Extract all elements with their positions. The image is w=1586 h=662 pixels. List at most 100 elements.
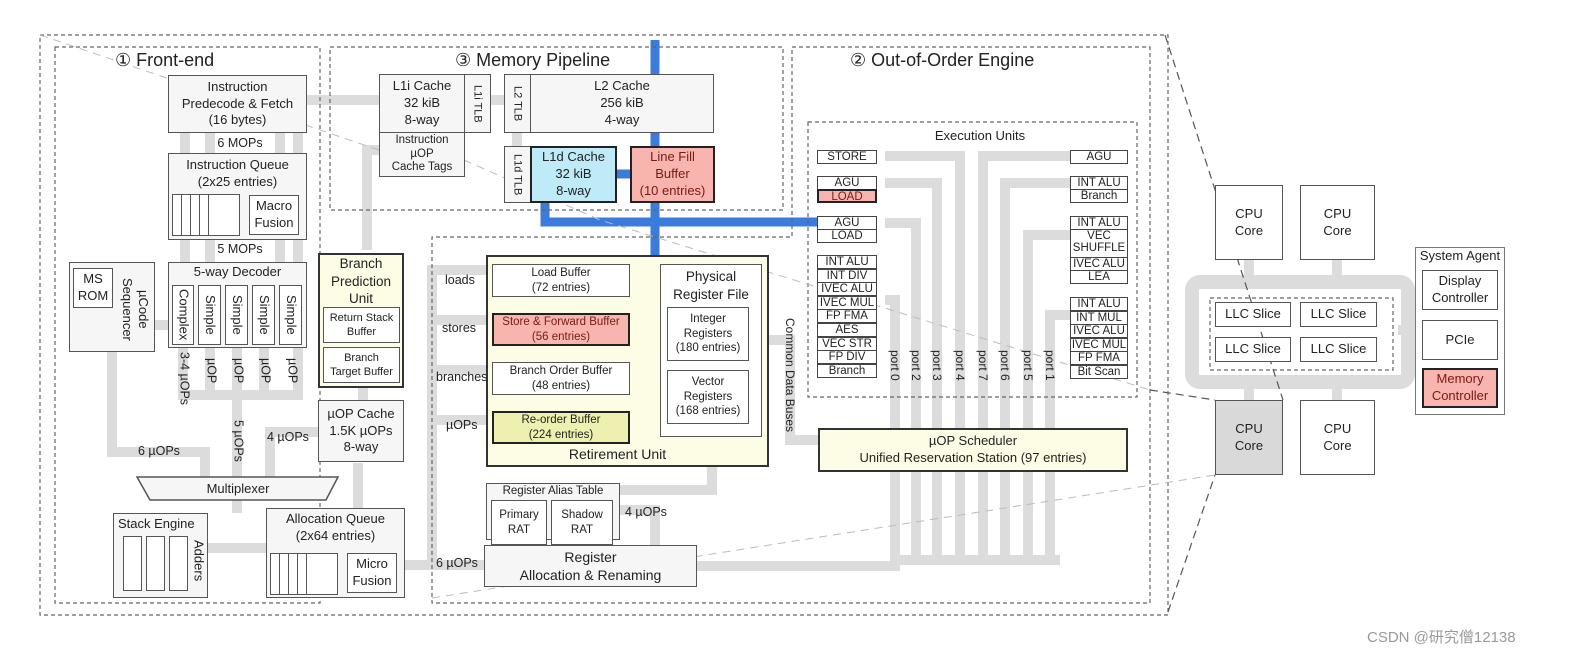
uops-3-4-label: 3-4 µOPs — [177, 352, 192, 406]
memory-controller: Memory Controller — [1422, 368, 1498, 408]
unit-ivec-mul: IVEC MUL — [1070, 337, 1128, 352]
mops-5-label: 5 MOPs — [217, 242, 263, 256]
llc-slice: LLC Slice — [1300, 337, 1377, 362]
cpu-core-selected: CPU Core — [1215, 400, 1283, 475]
unit-fp-div: FP DIV — [817, 350, 877, 365]
port-label: port 6 — [998, 350, 1012, 381]
unit-agu: AGU — [1070, 150, 1128, 164]
uops-6-label: 6 µOPs — [138, 444, 180, 458]
ms-rom: MS ROM — [73, 268, 113, 308]
port-label: port 1 — [1043, 350, 1057, 381]
cpu-core: CPU Core — [1215, 185, 1283, 260]
uop-scheduler: µOP Scheduler Unified Reservation Statio… — [818, 428, 1128, 472]
port-label: port 5 — [1021, 350, 1035, 381]
register-allocation-renaming: Register Allocation & Renaming — [484, 545, 697, 587]
adders-label: Adders — [191, 540, 207, 582]
system-agent-label: System Agent — [1419, 248, 1501, 263]
unit-ivec-mul: IVEC MUL — [817, 295, 877, 310]
register-alias-table: Register Alias Table Primary RAT Shadow … — [486, 483, 620, 545]
unit-load-highlighted: LOAD — [817, 189, 877, 203]
unit-int-alu: INT ALU — [817, 255, 877, 269]
five-way-decoder: 5-way Decoder Complex Simple Simple Simp… — [168, 262, 307, 348]
unit-lea: LEA — [1070, 270, 1128, 284]
allocation-queue-label: Allocation Queue (2x64 entries) — [285, 511, 385, 543]
adder-slot — [123, 536, 142, 591]
queue-slots — [270, 553, 338, 595]
unit-int-alu: INT ALU — [1070, 176, 1128, 190]
uop-cache: µOP Cache 1.5K µOPs 8-way — [318, 400, 404, 462]
reorder-buffer: Re-order Buffer (224 entries) — [492, 411, 630, 444]
unit-aes: AES — [817, 323, 877, 337]
decoder-label: 5-way Decoder — [193, 264, 282, 279]
unit-int-div: INT DIV — [817, 268, 877, 283]
instruction-queue: Instruction Queue (2x25 entries) Macro F… — [168, 153, 307, 240]
primary-rat: Primary RAT — [491, 500, 547, 545]
branches-label: branches — [436, 370, 488, 384]
unit-branch: Branch — [1070, 189, 1128, 203]
instruction-queue-label: Instruction Queue (2x25 entries) — [186, 157, 289, 189]
decoder-simple: Simple — [279, 285, 302, 345]
decoder-complex: Complex — [172, 285, 194, 345]
ooo-engine-title: ② Out-of-Order Engine — [850, 50, 1035, 70]
store-forward-buffer: Store & Forward Buffer (56 entries) — [492, 313, 630, 346]
load-buffer: Load Buffer (72 entries) — [492, 264, 630, 297]
mops-6-label: 6 MOPs — [217, 136, 263, 150]
unit-vec-str: VEC STR — [817, 336, 877, 351]
decoder-simple: Simple — [252, 285, 275, 345]
cpu-core: CPU Core — [1300, 185, 1375, 260]
shadow-rat: Shadow RAT — [551, 500, 613, 545]
prf-label: Physical Register File — [673, 269, 749, 302]
multiplexer-label: Multiplexer — [206, 481, 270, 496]
vector-registers: Vector Registers (168 entries) — [667, 370, 749, 424]
micro-fusion: Micro Fusion — [347, 553, 397, 593]
integer-registers: Integer Registers (180 entries) — [667, 307, 749, 361]
l1i-cache: L1i Cache 32 kiB 8-way — [379, 74, 465, 133]
unit-bit-scan: Bit Scan — [1070, 365, 1128, 379]
stores-label: stores — [442, 321, 477, 335]
uops-4-label: 4 µOPs — [625, 505, 667, 519]
memory-pipeline-title: ③ Memory Pipeline — [455, 50, 611, 70]
port-label: port 2 — [909, 350, 923, 381]
unit-ivec-alu: IVEC ALU — [817, 282, 877, 297]
unit-fp-fma: FP FMA — [1070, 351, 1128, 366]
llc-slice: LLC Slice — [1215, 337, 1291, 362]
unit-int-alu: INT ALU — [1070, 216, 1128, 230]
l2-tlb: L2 TLB — [504, 74, 531, 133]
branch-target-buffer: Branch Target Buffer — [323, 347, 400, 383]
uops-label: µOPs — [446, 418, 478, 432]
rat-label: Register Alias Table — [502, 485, 604, 497]
stack-engine: Stack Engine Adders — [113, 513, 208, 598]
front-end-title: ① Front-end — [115, 50, 215, 70]
uop-label: µOP — [285, 358, 300, 384]
allocation-queue: Allocation Queue (2x64 entries) Micro Fu… — [266, 508, 405, 598]
predecode-fetch: Instruction Predecode & Fetch (16 bytes) — [168, 75, 307, 133]
stack-engine-label: Stack Engine — [118, 516, 195, 531]
system-agent: System Agent Display Controller PCIe Mem… — [1415, 247, 1505, 415]
port-label: port 4 — [953, 350, 967, 381]
unit-agu: AGU — [817, 216, 877, 230]
display-controller: Display Controller — [1422, 270, 1498, 310]
unit-int-alu: INT ALU — [1070, 297, 1128, 311]
unit-agu: AGU — [817, 176, 877, 190]
uop-label: µOP — [204, 358, 219, 384]
uop-cache-tags: Instruction µOP Cache Tags — [379, 132, 465, 177]
physical-register-file: Physical Register File Integer Registers… — [660, 264, 762, 437]
pcie: PCIe — [1422, 320, 1498, 360]
port-label: port 0 — [888, 350, 902, 381]
bpu-label: Branch Prediction Unit — [330, 256, 392, 307]
uop-label: µOP — [258, 358, 273, 384]
return-stack-buffer: Return Stack Buffer — [323, 307, 400, 343]
retirement-unit-label: Retirement Unit — [568, 445, 667, 462]
l1d-tlb: L1d TLB — [504, 146, 531, 203]
uops-4-label: 4 µOPs — [267, 430, 309, 444]
common-data-buses-label: Common Data Buses — [783, 318, 797, 433]
adder-slot — [169, 536, 188, 591]
uops-5-label: 5 µOPs — [231, 420, 246, 462]
unit-load: LOAD — [817, 229, 877, 243]
loads-label: loads — [445, 273, 475, 287]
cpu-core: CPU Core — [1300, 400, 1375, 475]
unit-int-mul: INT MUL — [1070, 310, 1128, 325]
port-label: port 7 — [976, 350, 990, 381]
execution-units-title: Execution Units — [934, 128, 1026, 143]
port-label: port 3 — [930, 350, 944, 381]
